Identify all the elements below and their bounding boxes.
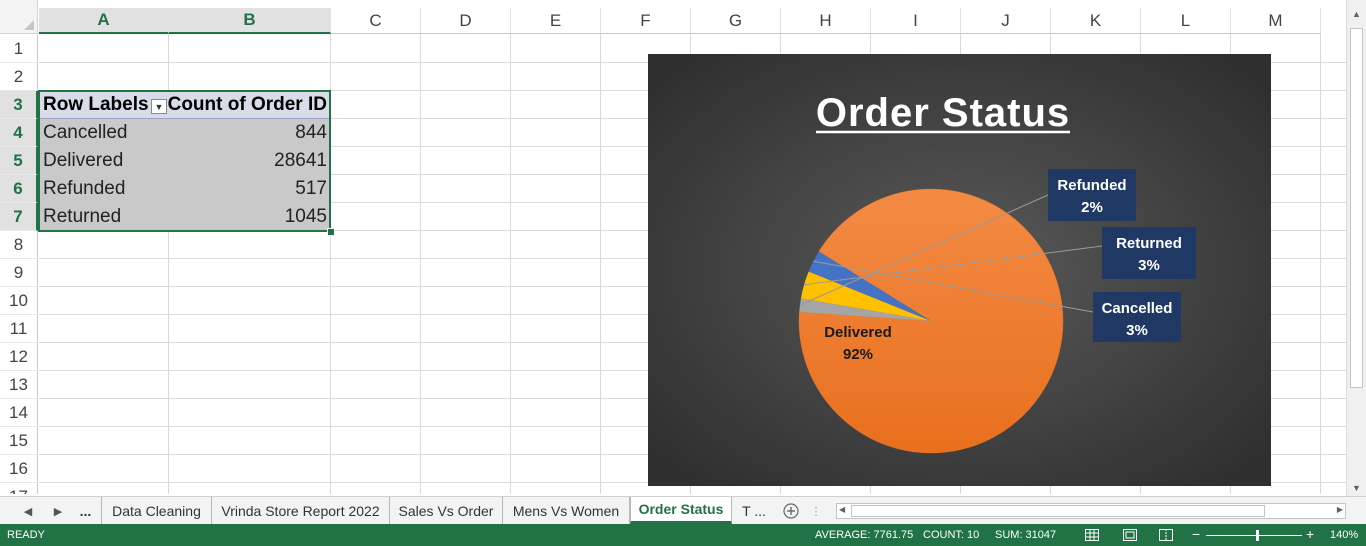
fill-handle[interactable] <box>327 228 335 236</box>
more-sheets-button[interactable]: ... <box>70 497 102 524</box>
prev-sheet-icon[interactable]: ◀ <box>18 501 38 521</box>
row-header-13[interactable]: 13 <box>0 371 38 399</box>
normal-view-icon[interactable] <box>1084 527 1100 543</box>
column-header-f[interactable]: F <box>601 8 691 34</box>
row-header-3[interactable]: 3 <box>0 91 38 119</box>
select-all-corner[interactable] <box>0 0 38 34</box>
zoom-level[interactable]: 140% <box>1330 529 1358 541</box>
chart-title[interactable]: Order Status <box>816 91 1070 135</box>
row-header-16[interactable]: 16 <box>0 455 38 483</box>
scroll-down-icon[interactable]: ▼ <box>1347 480 1366 496</box>
next-sheet-icon[interactable]: ▶ <box>48 501 68 521</box>
worksheet-grid[interactable]: ABCDEFGHIJKLM 1234567891011121314151617 … <box>0 0 1346 494</box>
column-header-m[interactable]: M <box>1231 8 1321 34</box>
gridline-vertical <box>420 34 421 494</box>
column-header-k[interactable]: K <box>1051 8 1141 34</box>
row-header-15[interactable]: 15 <box>0 427 38 455</box>
pie-slices <box>798 188 1064 454</box>
tab-data-cleaning[interactable]: Data Cleaning <box>102 497 212 524</box>
column-header-b[interactable]: B <box>169 8 331 34</box>
column-header-l[interactable]: L <box>1141 8 1231 34</box>
gridline-vertical <box>1320 34 1321 494</box>
status-average: AVERAGE: 7761.75 <box>815 529 914 541</box>
tab-truncated[interactable]: T ... <box>732 497 776 524</box>
status-sum: SUM: 31047 <box>995 529 1057 541</box>
data-label-refunded-percent: 2% <box>1081 199 1103 216</box>
order-status-pie-chart[interactable]: Order Status Delivered 92% Refunded 2% Retur… <box>648 54 1271 486</box>
horizontal-scroll-thumb[interactable] <box>851 505 1265 517</box>
column-header-i[interactable]: I <box>871 8 961 34</box>
tab-vrinda-store-report[interactable]: Vrinda Store Report 2022 <box>212 497 390 524</box>
scroll-right-icon[interactable]: ▶ <box>1337 505 1343 514</box>
status-mode: READY <box>7 529 45 541</box>
status-count: COUNT: 10 <box>923 529 980 541</box>
gridline-vertical <box>510 34 511 494</box>
row-header-4[interactable]: 4 <box>0 119 38 147</box>
zoom-in-icon[interactable]: + <box>1306 526 1314 542</box>
column-header-a[interactable]: A <box>39 8 169 34</box>
selection-border <box>38 90 331 232</box>
data-label-delivered-percent: 92% <box>843 346 873 363</box>
sheet-tab-bar: ◀ ▶ ... Data Cleaning Vrinda Store Repor… <box>0 496 1366 524</box>
row-header-5[interactable]: 5 <box>0 147 38 175</box>
status-bar: READY AVERAGE: 7761.75 COUNT: 10 SUM: 31… <box>0 524 1366 546</box>
data-label-delivered-name: Delivered <box>824 324 892 341</box>
vertical-scrollbar[interactable]: ▲ ▼ <box>1346 0 1366 496</box>
row-header-11[interactable]: 11 <box>0 315 38 343</box>
gridline-vertical <box>600 34 601 494</box>
zoom-out-icon[interactable]: − <box>1192 526 1200 542</box>
zoom-slider[interactable] <box>1206 535 1302 536</box>
column-header-g[interactable]: G <box>691 8 781 34</box>
row-header-9[interactable]: 9 <box>0 259 38 287</box>
plus-circle-icon <box>783 503 799 519</box>
column-header-c[interactable]: C <box>331 8 421 34</box>
page-layout-view-icon[interactable] <box>1122 527 1138 543</box>
row-header-2[interactable]: 2 <box>0 63 38 91</box>
tab-mens-vs-women[interactable]: Mens Vs Women <box>503 497 630 524</box>
data-label-returned-name: Returned <box>1116 235 1182 252</box>
row-header-1[interactable]: 1 <box>0 35 38 63</box>
row-header-8[interactable]: 8 <box>0 231 38 259</box>
data-label-cancelled-name: Cancelled <box>1102 300 1173 317</box>
scroll-left-icon[interactable]: ◀ <box>839 505 845 514</box>
tab-order-status[interactable]: Order Status <box>630 497 732 524</box>
scroll-up-icon[interactable]: ▲ <box>1347 6 1366 22</box>
column-header-d[interactable]: D <box>421 8 511 34</box>
tab-sales-vs-order[interactable]: Sales Vs Order <box>390 497 503 524</box>
page-break-view-icon[interactable] <box>1158 527 1174 543</box>
data-label-refunded-name: Refunded <box>1057 177 1126 194</box>
row-header-17[interactable]: 17 <box>0 483 38 494</box>
vertical-scroll-thumb[interactable] <box>1350 28 1363 388</box>
column-header-e[interactable]: E <box>511 8 601 34</box>
zoom-slider-thumb[interactable] <box>1256 530 1259 541</box>
data-label-cancelled-percent: 3% <box>1126 322 1148 339</box>
row-header-12[interactable]: 12 <box>0 343 38 371</box>
horizontal-scrollbar[interactable]: ◀ ▶ <box>836 503 1346 519</box>
row-header-6[interactable]: 6 <box>0 175 38 203</box>
row-header-10[interactable]: 10 <box>0 287 38 315</box>
add-sheet-button[interactable] <box>781 501 801 521</box>
data-label-returned-percent: 3% <box>1138 257 1160 274</box>
column-header-h[interactable]: H <box>781 8 871 34</box>
tab-splitter-icon[interactable]: ⋮ <box>811 501 822 521</box>
row-header-7[interactable]: 7 <box>0 203 38 231</box>
row-header-14[interactable]: 14 <box>0 399 38 427</box>
column-header-j[interactable]: J <box>961 8 1051 34</box>
